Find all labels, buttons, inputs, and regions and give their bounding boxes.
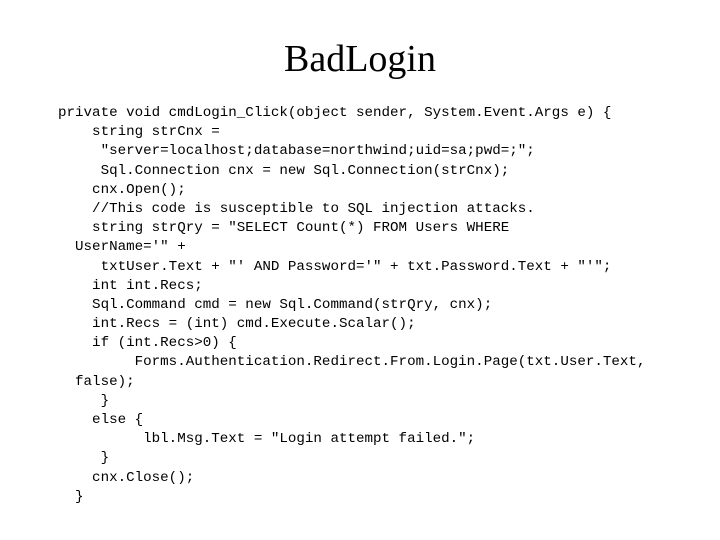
slide-canvas: BadLogin private void cmdLogin_Click(obj… [0, 0, 720, 540]
code-line: "server=localhost;database=northwind;uid… [58, 143, 535, 160]
page-title: BadLogin [284, 38, 436, 80]
code-line: Forms.Authentication.Redirect.From.Login… [58, 354, 646, 371]
code-line: //This code is susceptible to SQL inject… [58, 200, 535, 217]
code-line: Sql.Command cmd = new Sql.Command(strQry… [58, 296, 493, 313]
code-line: string strQry = "SELECT Count(*) FROM Us… [58, 220, 510, 237]
code-line: false); [58, 373, 135, 390]
code-line: cnx.Close(); [58, 469, 195, 486]
code-line: private void cmdLogin_Click(object sende… [58, 105, 612, 121]
code-line: } [58, 488, 84, 505]
code-block: private void cmdLogin_Click(object sende… [58, 104, 708, 507]
code-line: cnx.Open(); [58, 181, 186, 198]
code-line: string strCnx = [58, 124, 220, 141]
code-line: txtUser.Text + "' AND Password='" + txt.… [58, 258, 612, 275]
code-line: Sql.Connection cnx = new Sql.Connection(… [58, 162, 510, 179]
code-line: int int.Recs; [58, 277, 203, 294]
code-line: } [58, 392, 110, 409]
code-line: int.Recs = (int) cmd.Execute.Scalar(); [58, 316, 416, 333]
code-line: } [58, 450, 110, 467]
code-line: if (int.Recs>0) { [58, 335, 237, 352]
code-line: UserName='" + [58, 239, 186, 256]
code-line: lbl.Msg.Text = "Login attempt failed."; [58, 431, 476, 448]
code-line: else { [58, 412, 144, 428]
